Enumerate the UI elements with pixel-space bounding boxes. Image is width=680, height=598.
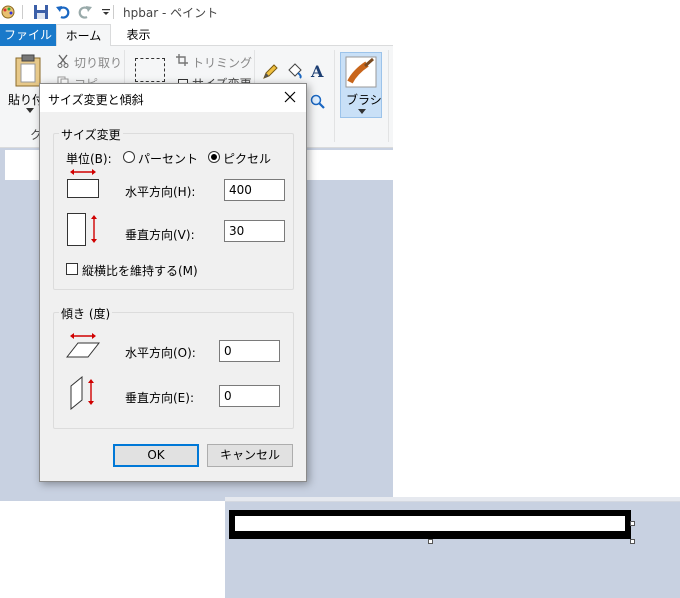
tab-file[interactable]: ファイル [0, 24, 56, 46]
keep-aspect-ratio-checkbox[interactable] [66, 263, 78, 275]
unit-pixel-label[interactable]: ピクセル [223, 150, 271, 167]
redo-icon[interactable] [77, 4, 93, 20]
toolbar-divider [113, 5, 114, 19]
scissors-icon [57, 54, 69, 68]
skew-group [53, 312, 294, 429]
resize-vertical-label: 垂直方向(V): [125, 228, 195, 242]
window-title: hpbar - ペイント [123, 6, 219, 20]
select-tool-icon[interactable] [135, 58, 165, 82]
brush-button[interactable]: ブラシ [340, 52, 382, 118]
crop-icon [176, 54, 188, 66]
resize-horizontal-input[interactable] [224, 179, 285, 201]
dialog-title-bar: サイズ変更と傾斜 [40, 84, 306, 112]
horizontal-resize-icon [67, 169, 99, 198]
unit-percent-label[interactable]: パーセント [138, 150, 198, 167]
vertical-resize-icon [67, 213, 97, 246]
skew-group-title: 傾き (度) [59, 305, 113, 322]
ribbon-tabs: ファイル ホーム 表示 [0, 24, 393, 46]
crop-button[interactable]: トリミング [192, 54, 252, 71]
resize-horizontal-label: 水平方向(H): [125, 185, 196, 199]
unit-pixel-radio[interactable] [208, 151, 220, 163]
resize-group-title: サイズ変更 [59, 126, 123, 143]
paste-dropdown-arrow-icon[interactable] [26, 108, 34, 114]
resize-handle-corner[interactable] [630, 539, 635, 544]
cut-button[interactable]: 切り取り [74, 54, 122, 71]
resize-skew-dialog: サイズ変更と傾斜 サイズ変更 単位(B): パーセント ピクセル 水平方向(H)… [39, 83, 307, 482]
save-icon[interactable] [33, 4, 49, 20]
unit-label: 単位(B): [66, 152, 112, 166]
ok-button[interactable]: OK [113, 444, 199, 467]
resize-vertical-input[interactable] [224, 220, 285, 242]
skew-horizontal-input[interactable] [219, 340, 280, 362]
skew-vertical-label: 垂直方向(E): [125, 391, 194, 405]
magnifier-icon[interactable] [310, 94, 326, 110]
ribbon-separator [388, 50, 389, 142]
keep-aspect-ratio-label[interactable]: 縦横比を維持する(M) [82, 262, 198, 279]
toolbar-divider [22, 5, 23, 19]
brush-dropdown-arrow-icon[interactable] [358, 109, 366, 115]
tab-home[interactable]: ホーム [56, 24, 111, 46]
close-icon[interactable] [282, 89, 298, 105]
paint-app-icon [1, 5, 15, 19]
hp-bar-image-fill [235, 516, 625, 531]
brush-icon [345, 56, 377, 88]
dialog-title: サイズ変更と傾斜 [48, 93, 144, 107]
vertical-skew-icon [70, 376, 94, 410]
ruler [225, 497, 680, 502]
customize-toolbar-chevron-icon[interactable] [98, 4, 114, 20]
undo-icon[interactable] [55, 4, 71, 20]
brush-label: ブラシ [346, 93, 382, 107]
fill-bucket-icon[interactable] [286, 62, 304, 80]
skew-horizontal-label: 水平方向(O): [125, 346, 196, 360]
text-tool-icon[interactable]: A [311, 62, 323, 81]
title-bar: hpbar - ペイント [0, 0, 393, 24]
pencil-icon[interactable] [262, 64, 278, 80]
ribbon-separator [334, 50, 335, 142]
skew-vertical-input[interactable] [219, 385, 280, 407]
resize-handle-bottom[interactable] [428, 539, 433, 544]
unit-percent-radio[interactable] [123, 151, 135, 163]
resize-handle-right[interactable] [630, 521, 635, 526]
horizontal-skew-icon [66, 333, 100, 358]
tab-view[interactable]: 表示 [111, 24, 166, 46]
cancel-button[interactable]: キャンセル [207, 444, 293, 467]
